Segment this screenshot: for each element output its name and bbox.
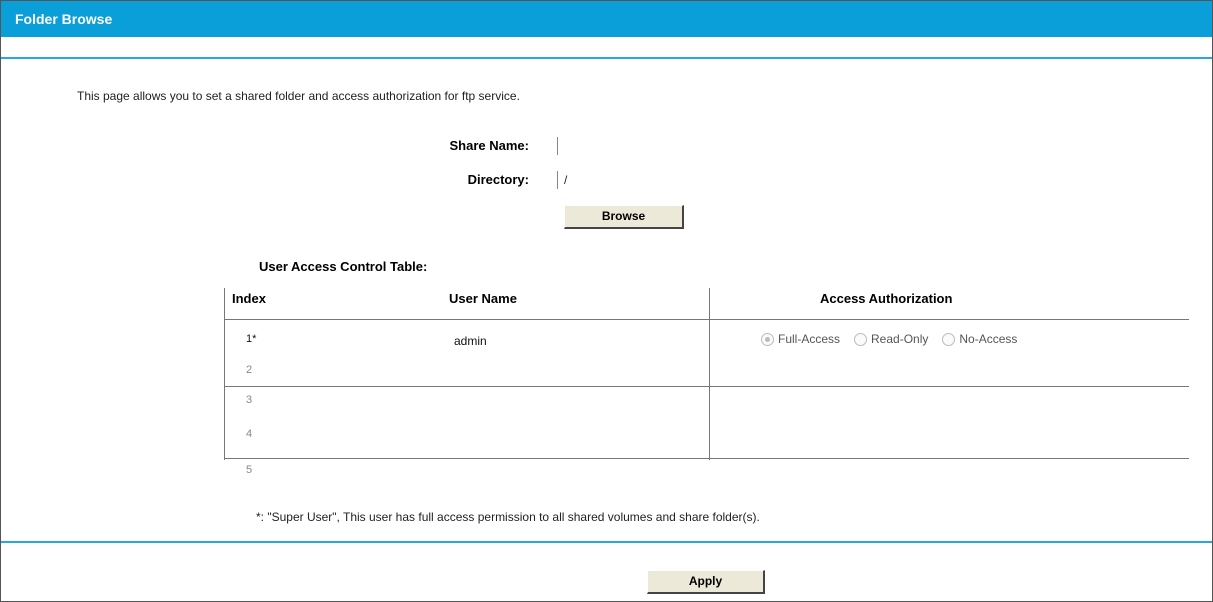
full-access-radio[interactable] <box>761 332 774 346</box>
row-index: 1* <box>246 333 257 345</box>
access-radio-group: Full-Access Read-Only No-Access <box>751 332 1017 346</box>
column-header-index: Index <box>232 291 266 306</box>
no-access-label: No-Access <box>959 332 1018 346</box>
column-header-user-name: User Name <box>449 291 517 306</box>
directory-input[interactable]: / <box>557 171 784 189</box>
directory-label: Directory: <box>467 172 529 187</box>
page-title: Folder Browse <box>15 11 113 27</box>
full-access-label: Full-Access <box>778 332 841 346</box>
table-header-divider <box>224 319 1189 320</box>
share-name-label: Share Name: <box>449 138 529 153</box>
table-column-divider <box>709 288 710 460</box>
row-index: 3 <box>246 394 253 406</box>
read-only-radio[interactable] <box>854 332 868 346</box>
page-frame: Folder Browse This page allows you to se… <box>0 0 1213 602</box>
intro-text: This page allows you to set a shared fol… <box>77 89 520 103</box>
table-row-divider <box>224 386 1189 387</box>
read-only-label: Read-Only <box>871 332 929 346</box>
super-user-note: *: "Super User", This user has full acce… <box>256 510 760 524</box>
title-divider <box>1 57 1212 59</box>
table-title: User Access Control Table: <box>259 259 428 274</box>
column-header-access-authorization: Access Authorization <box>820 291 953 306</box>
table-left-border <box>224 288 225 460</box>
table-row-divider <box>224 458 1189 459</box>
browse-button[interactable]: Browse <box>564 205 684 229</box>
footer-divider <box>1 541 1212 543</box>
title-bar: Folder Browse <box>1 1 1212 37</box>
row-index: 4 <box>246 428 253 440</box>
apply-button[interactable]: Apply <box>647 570 765 594</box>
user-access-table: Index User Name Access Authorization 1* … <box>224 288 1189 476</box>
row-user-name: admin <box>454 334 487 348</box>
share-name-input[interactable] <box>557 137 784 155</box>
no-access-radio[interactable] <box>942 332 956 346</box>
row-index: 2 <box>246 364 253 376</box>
row-index: 5 <box>246 464 253 476</box>
